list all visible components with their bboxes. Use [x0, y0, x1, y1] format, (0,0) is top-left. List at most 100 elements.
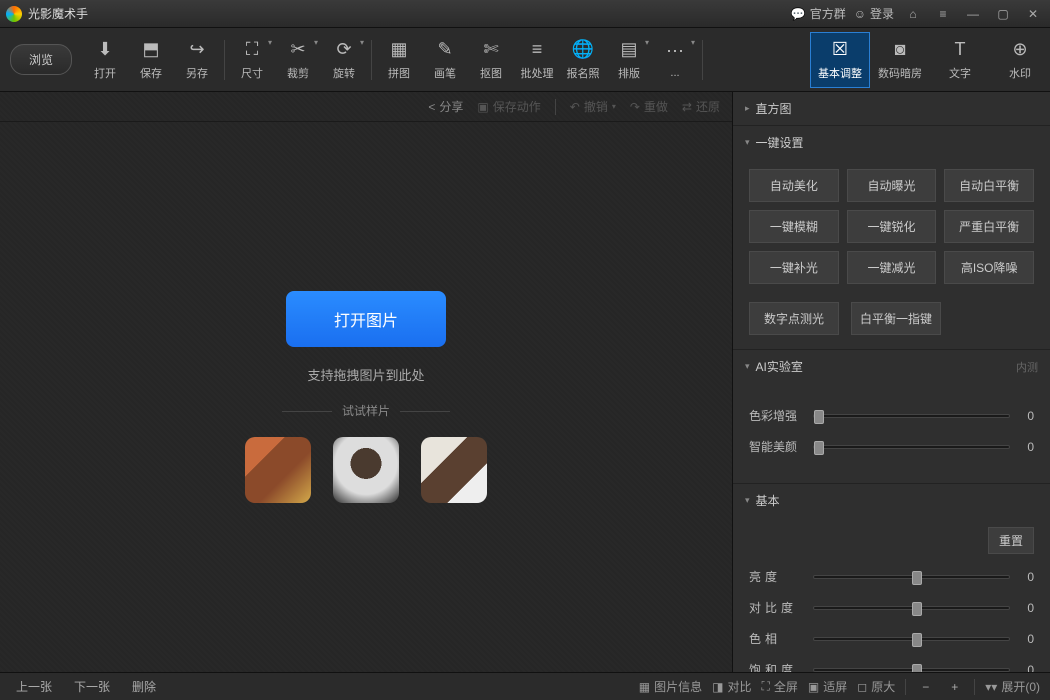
user-icon: ☺ [854, 7, 866, 21]
tool-排版[interactable]: ▤排版▾ [606, 32, 652, 88]
side-panel: ▸ 直方图 ▾ 一键设置 自动美化自动曝光自动白平衡一键模糊一键锐化严重白平衡一… [732, 92, 1050, 672]
tab-水印[interactable]: ⊕水印 [990, 32, 1050, 88]
section-one-click[interactable]: ▾ 一键设置 [733, 126, 1050, 159]
sample-image-1[interactable] [245, 437, 311, 503]
prev-image-button[interactable]: 上一张 [10, 675, 58, 698]
chevron-down-icon: ▾ [745, 137, 750, 148]
section-ai-lab[interactable]: ▾ AI实验室 内测 [733, 350, 1050, 383]
tab-文字[interactable]: T文字 [930, 32, 990, 88]
reset-button[interactable]: 重置 [988, 527, 1034, 554]
close-button[interactable]: ✕ [1022, 4, 1044, 24]
share-icon: < [428, 100, 435, 114]
tool-裁剪[interactable]: ✂裁剪▾ [275, 32, 321, 88]
main-toolbar: 浏览 ⬇打开⬒保存↪另存⛶尺寸▾✂裁剪▾⟳旋转▾▦拼图✎画笔✄抠图≡批处理🌐报名… [0, 28, 1050, 92]
zoom-in-button[interactable]: + [945, 677, 964, 697]
canvas-empty-state: 打开图片 支持拖拽图片到此处 试试样片 [0, 122, 732, 672]
saturation-label: 饱和度 [749, 661, 803, 672]
next-image-button[interactable]: 下一张 [68, 675, 116, 698]
redo-button[interactable]: ↷重做 [630, 98, 668, 115]
tool-icon: ✎ [437, 39, 452, 61]
color-enhance-slider[interactable] [813, 414, 1010, 418]
hue-slider[interactable] [813, 637, 1010, 641]
app-title: 光影魔术手 [28, 5, 791, 22]
saturation-slider[interactable] [813, 668, 1010, 672]
contrast-slider[interactable] [813, 606, 1010, 610]
oneclick-自动美化[interactable]: 自动美化 [749, 169, 839, 202]
tool-报名照[interactable]: 🌐报名照 [560, 32, 606, 88]
tab-icon: ⊕ [1012, 39, 1027, 61]
canvas-subbar: <分享 ▣保存动作 ↶撤销▾ ↷重做 ⇄还原 [0, 92, 732, 122]
original-size-button[interactable]: ◻原大 [857, 678, 895, 695]
oneclick-一键锐化[interactable]: 一键锐化 [847, 210, 937, 243]
home-button[interactable]: ⌂ [902, 4, 924, 24]
tool-icon: ▤ [621, 39, 638, 61]
canvas-area: <分享 ▣保存动作 ↶撤销▾ ↷重做 ⇄还原 打开图片 支持拖拽图片到此处 试试… [0, 92, 732, 672]
settings-button[interactable]: ≡ [932, 4, 954, 24]
oneclick-自动白平衡[interactable]: 自动白平衡 [944, 169, 1034, 202]
sample-image-3[interactable] [421, 437, 487, 503]
tool-打开[interactable]: ⬇打开 [82, 32, 128, 88]
fit-screen-button[interactable]: ▣适屏 [808, 678, 847, 695]
image-info-button[interactable]: ▦图片信息 [639, 678, 702, 695]
oneclick-数字点测光[interactable]: 数字点测光 [749, 302, 839, 335]
compare-icon: ◨ [712, 680, 723, 694]
tool-...[interactable]: ⋯...▾ [652, 32, 698, 88]
tool-尺寸[interactable]: ⛶尺寸▾ [229, 32, 275, 88]
zoom-out-button[interactable]: − [916, 677, 935, 697]
tool-icon: ▦ [391, 39, 408, 61]
tool-icon: ⟳ [336, 39, 351, 61]
info-icon: ▦ [639, 680, 650, 694]
contrast-label: 对比度 [749, 599, 803, 616]
section-basic[interactable]: ▾ 基本 [733, 484, 1050, 517]
compare-button[interactable]: ◨对比 [712, 678, 751, 695]
oneclick-高ISO降噪[interactable]: 高ISO降噪 [944, 251, 1034, 284]
oneclick-自动曝光[interactable]: 自动曝光 [847, 169, 937, 202]
chevron-down-icon: ▾ [691, 38, 695, 47]
share-button[interactable]: <分享 [428, 98, 463, 115]
tool-icon: ≡ [532, 39, 543, 61]
tool-拼图[interactable]: ▦拼图 [376, 32, 422, 88]
oneclick-一键减光[interactable]: 一键减光 [847, 251, 937, 284]
oneclick-一键补光[interactable]: 一键补光 [749, 251, 839, 284]
expand-panel-button[interactable]: ▾▾展开(0) [985, 678, 1040, 695]
chevron-down-icon: ▾▾ [985, 680, 997, 694]
tool-抠图[interactable]: ✄抠图 [468, 32, 514, 88]
tool-icon: ✂ [290, 39, 305, 61]
restore-button[interactable]: ⇄还原 [682, 98, 720, 115]
oneclick-严重白平衡[interactable]: 严重白平衡 [944, 210, 1034, 243]
official-group-link[interactable]: 💬 官方群 [791, 5, 846, 22]
minimize-button[interactable]: — [962, 4, 984, 24]
undo-button[interactable]: ↶撤销▾ [570, 98, 616, 115]
tool-保存[interactable]: ⬒保存 [128, 32, 174, 88]
tool-批处理[interactable]: ≡批处理 [514, 32, 560, 88]
fullscreen-button[interactable]: ⛶全屏 [761, 678, 797, 695]
tab-数码暗房[interactable]: ◙数码暗房 [870, 32, 930, 88]
undo-icon: ↶ [570, 100, 580, 114]
smart-beauty-slider[interactable] [813, 445, 1010, 449]
chevron-down-icon: ▾ [314, 38, 318, 47]
delete-button[interactable]: 删除 [126, 675, 162, 698]
chevron-down-icon: ▾ [745, 361, 750, 372]
diskette-icon: ▣ [477, 100, 488, 114]
sample-image-2[interactable] [333, 437, 399, 503]
save-action-button[interactable]: ▣保存动作 [477, 98, 540, 115]
brightness-slider[interactable] [813, 575, 1010, 579]
original-icon: ◻ [857, 680, 867, 694]
tab-基本调整[interactable]: ☒基本调整 [810, 32, 870, 88]
tool-另存[interactable]: ↪另存 [174, 32, 220, 88]
browse-button[interactable]: 浏览 [10, 44, 72, 75]
open-image-button[interactable]: 打开图片 [286, 291, 446, 347]
section-histogram[interactable]: ▸ 直方图 [733, 92, 1050, 125]
fullscreen-icon: ⛶ [761, 679, 769, 694]
tab-icon: ◙ [895, 39, 906, 61]
login-link[interactable]: ☺ 登录 [854, 5, 894, 22]
tool-旋转[interactable]: ⟳旋转▾ [321, 32, 367, 88]
drag-hint-text: 支持拖拽图片到此处 [307, 365, 424, 384]
beta-badge: 内测 [1016, 359, 1038, 375]
oneclick-白平衡一指键[interactable]: 白平衡一指键 [851, 302, 941, 335]
oneclick-一键模糊[interactable]: 一键模糊 [749, 210, 839, 243]
tab-icon: ☒ [832, 39, 848, 61]
maximize-button[interactable]: ▢ [992, 4, 1014, 24]
tool-画笔[interactable]: ✎画笔 [422, 32, 468, 88]
color-enhance-label: 色彩增强 [749, 407, 803, 424]
